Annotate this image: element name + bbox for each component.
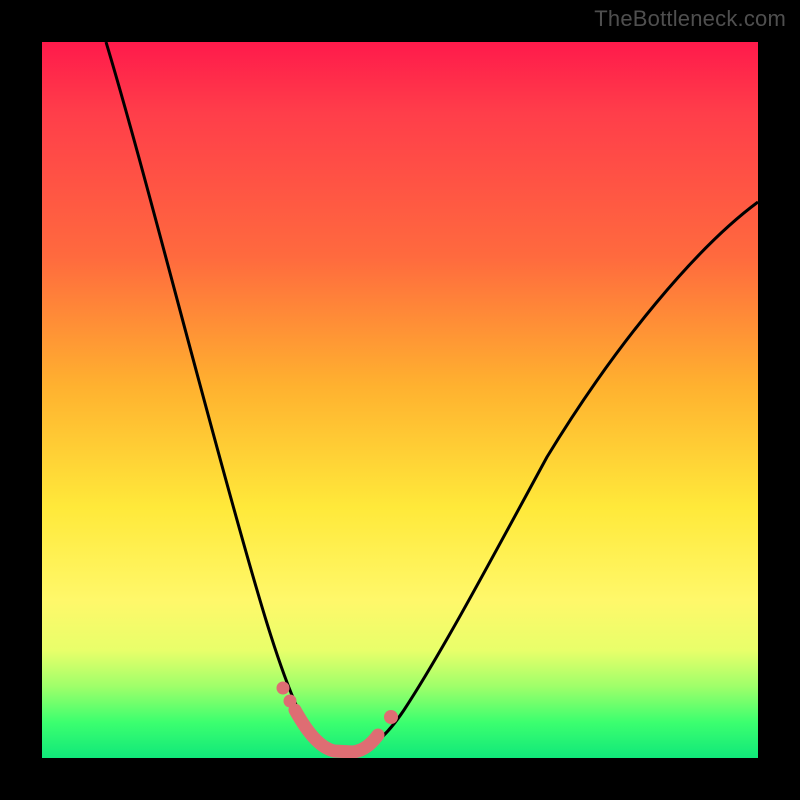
chart-frame: TheBottleneck.com <box>0 0 800 800</box>
marker-dot-left-1 <box>277 682 290 695</box>
bottom-marker-segment <box>295 710 378 752</box>
marker-dot-right <box>384 710 398 724</box>
watermark-text: TheBottleneck.com <box>594 6 786 32</box>
curve-path <box>106 42 758 752</box>
marker-dot-left-2 <box>284 695 297 708</box>
plot-area <box>42 42 758 758</box>
chart-svg <box>42 42 758 758</box>
